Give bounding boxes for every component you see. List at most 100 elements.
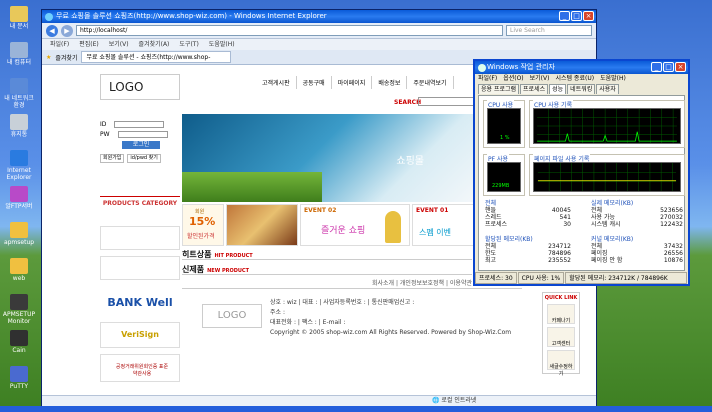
quick-title: QUICK LINK (544, 295, 578, 301)
category-header: PRODUCTS CATEGORY (100, 196, 180, 210)
tm-tabs: 응용 프로그램 프로세스 성능 네트워킹 사용자 (475, 84, 688, 94)
taskbar[interactable] (0, 406, 712, 412)
login-button[interactable]: 로그인 (122, 141, 160, 149)
bankwell-logo: BANK Well (107, 296, 173, 309)
desktop-icon[interactable]: 내 컴퓨터 (2, 42, 36, 66)
back-icon[interactable]: ◀ (46, 24, 58, 37)
tm-maximize-button[interactable]: □ (663, 62, 674, 72)
zone-label: 로컬 인트라넷 (441, 397, 477, 404)
tm-menu-shutdown[interactable]: 시스템 종료(U) (555, 74, 594, 84)
menu-edit[interactable]: 편집(E) (79, 39, 99, 50)
pf-usage-group: PF 사용 229MB (483, 154, 525, 196)
stat-label: 핸들 (485, 207, 497, 214)
desktop-icon[interactable]: APMSETUP Monitor (2, 294, 36, 325)
tab-applications[interactable]: 응용 프로그램 (478, 84, 520, 94)
tm-menu-help[interactable]: 도움말(H) (600, 74, 626, 84)
stat-value: 234712 (548, 243, 571, 250)
physical-heading: 실제 메모리(KB) (591, 200, 634, 207)
tab-shop[interactable]: 무료 쇼핑몰 솔루션 - 쇼핑즈(http://www.shop- (81, 51, 232, 63)
bankwell-banner[interactable]: BANK Well (100, 290, 180, 318)
desktop-icon[interactable]: 휴지통 (2, 114, 36, 138)
tm-titlebar[interactable]: Windows 작업 관리자 _ □ × (475, 61, 688, 74)
event02-banner[interactable]: EVENT 02 즐거운 쇼핑 (300, 204, 410, 246)
event01-label: EVENT 01 (416, 207, 449, 214)
totals-stats: 전체 핸들 40045 스레드 541 프로세스 30 (485, 200, 571, 228)
desktop-icon[interactable]: Internet Explorer (2, 150, 36, 181)
find-account-button[interactable]: id/pwd 찾기 (127, 154, 161, 163)
cpu-usage-status: CPU 사용: 1% (517, 272, 565, 284)
star-icon[interactable]: ★ (46, 54, 51, 61)
stat-value: 784896 (548, 250, 571, 257)
globe-icon: 🌐 (432, 397, 440, 404)
desktop-icon[interactable]: PuTTY (2, 366, 36, 390)
minimize-button[interactable]: _ (559, 11, 570, 21)
divider (182, 259, 472, 260)
menu-tools[interactable]: 도구(T) (179, 39, 198, 50)
discount-banner[interactable]: 회원 15% 할인된가격 (182, 204, 224, 246)
event01-banner[interactable]: EVENT 01 스펨 이벤 (412, 204, 474, 246)
ie-titlebar[interactable]: 무료 쇼핑몰 솔루션 쇼핑즈(http://www.shop-wiz.com) … (42, 10, 596, 23)
nav-delivery[interactable]: 배송정보 (372, 76, 408, 89)
product-photo-banner[interactable] (226, 204, 298, 246)
hit-title: 히트상품 (182, 250, 212, 259)
cert-banner[interactable]: 공정거래위원회인증 표준약관사용 (100, 354, 180, 382)
tab-networking[interactable]: 네트워킹 (567, 84, 596, 94)
tm-close-button[interactable]: × (675, 62, 686, 72)
nav-group-buy[interactable]: 공동구매 (297, 76, 332, 89)
nav-mypage[interactable]: 마이페이지 (332, 76, 373, 89)
site-logo[interactable]: LOGO (100, 74, 180, 100)
tab-users[interactable]: 사용자 (596, 84, 619, 94)
global-nav: 고객게시판 공동구매 마이페이지 배송정보 주문내역보기 (256, 76, 454, 89)
commit-status: 할당된 메모리: 234712K / 784896K (565, 272, 687, 284)
tm-title: Windows 작업 관리자 (487, 63, 555, 71)
desktop-icon[interactable]: 내 네트워크 환경 (2, 78, 36, 109)
close-button[interactable]: × (583, 11, 594, 21)
menu-file[interactable]: 파일(F) (50, 39, 69, 50)
stat-value: 523656 (660, 207, 683, 214)
pw-input[interactable] (117, 131, 168, 138)
join-button[interactable]: 회원가입 (100, 154, 125, 163)
discount-top: 회원 (195, 209, 205, 215)
quick-item-post[interactable]: 새글수정하기 (547, 350, 575, 377)
desktop-icon[interactable]: 알FTP서버 (2, 186, 36, 210)
desktop-icon-image (10, 78, 28, 94)
desktop-icon[interactable]: 내 문서 (2, 6, 36, 30)
desktop-icon-label: APMSETUP Monitor (2, 311, 36, 325)
url-input[interactable]: http://localhost/ (76, 25, 503, 36)
search-input[interactable]: Live Search (506, 25, 592, 36)
desktop-icon[interactable]: Cain (2, 330, 36, 354)
tm-minimize-button[interactable]: _ (651, 62, 662, 72)
discount-pct: 15% (189, 215, 216, 228)
category-box-2 (100, 256, 180, 280)
verisign-banner[interactable]: VeriSign (100, 322, 180, 348)
tm-menu-options[interactable]: 옵션(O) (503, 74, 523, 84)
footer-info: 상호 : wiz | 대표 : | 사업자등록번호 : | 통신판매업신고 : … (270, 298, 511, 338)
pf-history-graph (533, 162, 681, 192)
grass-image (182, 172, 322, 202)
favorites-button[interactable]: 즐겨찾기 (55, 53, 77, 62)
menu-help[interactable]: 도움말(H) (209, 39, 235, 50)
quick-item-cafe[interactable]: 카페나기 (547, 304, 575, 324)
maximize-button[interactable]: □ (571, 11, 582, 21)
footer-links[interactable]: 회사소개 | 개인정보보호정책 | 이용약관 (372, 278, 472, 287)
tab-processes[interactable]: 프로세스 (520, 84, 549, 94)
id-input[interactable] (114, 121, 165, 128)
divider (182, 288, 522, 289)
tm-menu-view[interactable]: 보기(V) (530, 74, 550, 84)
site-search-input[interactable] (418, 97, 478, 106)
desktop-icon[interactable]: apmsetup (2, 222, 36, 246)
nav-orders[interactable]: 주문내역보기 (407, 76, 454, 89)
quick-item-support[interactable]: 고객센터 (547, 327, 575, 347)
hero-banner[interactable]: 쇼핑몰 (182, 114, 474, 202)
task-manager-window[interactable]: Windows 작업 관리자 _ □ × 파일(F) 옵션(O) 보기(V) 시… (473, 59, 690, 286)
tm-menu-file[interactable]: 파일(F) (478, 74, 497, 84)
stat-label: 한도 (485, 250, 497, 257)
menu-favorites[interactable]: 즐겨찾기(A) (139, 39, 170, 50)
desktop-icon[interactable]: web (2, 258, 36, 282)
nav-board[interactable]: 고객게시판 (256, 76, 297, 89)
stat-value: 10876 (663, 257, 683, 264)
tab-performance[interactable]: 성능 (549, 84, 567, 94)
address-bar: ◀ ▶ http://localhost/ Live Search (42, 23, 596, 39)
menu-view[interactable]: 보기(V) (109, 39, 129, 50)
forward-icon[interactable]: ▶ (61, 24, 73, 37)
